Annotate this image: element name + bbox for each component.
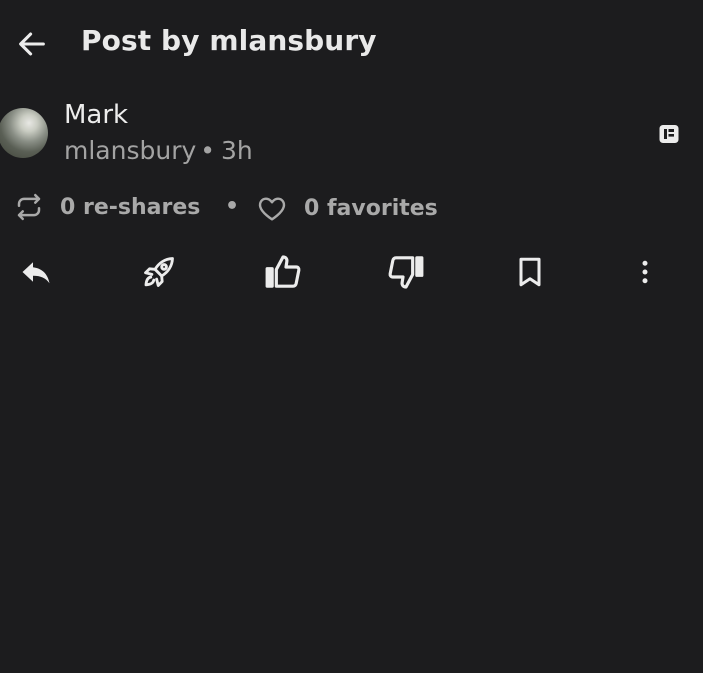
reshares-count: 0 re-shares [60, 194, 201, 220]
meta-separator: • [200, 136, 216, 165]
favorites-count: 0 favorites [304, 195, 438, 221]
top-app-bar: Post by mlansbury [0, 0, 703, 86]
page-title: Post by mlansbury [81, 24, 377, 57]
favorites-stat[interactable]: 0 favorites [256, 192, 438, 224]
author-display-name[interactable]: Mark [64, 100, 128, 130]
reshares-stat[interactable]: 0 re-shares [14, 192, 200, 222]
more-options-button[interactable] [621, 248, 669, 296]
back-button[interactable] [12, 24, 52, 64]
arrow-left-icon [19, 32, 45, 56]
reply-icon [22, 262, 50, 284]
thumbs-down-icon [388, 256, 424, 289]
upvote-button[interactable] [259, 248, 307, 296]
post-author-row: Mark mlansbury • 3h [0, 96, 703, 176]
post-action-bar [0, 248, 703, 296]
avatar[interactable] [0, 108, 48, 158]
stats-separator: • [225, 194, 240, 219]
heart-icon [258, 197, 286, 221]
downvote-button[interactable] [382, 248, 430, 296]
reply-button[interactable] [12, 248, 60, 296]
flair-icon[interactable] [657, 122, 681, 146]
author-meta: mlansbury • 3h [64, 136, 253, 165]
author-handle[interactable]: mlansbury [64, 136, 196, 165]
bookmark-button[interactable] [506, 248, 554, 296]
repeat-icon [17, 193, 41, 221]
rocket-icon [144, 257, 174, 287]
post-stats: 0 re-shares • 0 favorites [0, 188, 703, 228]
bookmark-icon [519, 257, 541, 287]
post-age: 3h [221, 136, 253, 165]
more-vertical-icon [642, 260, 648, 284]
boost-button[interactable] [135, 248, 183, 296]
thumbs-up-icon [265, 255, 301, 288]
